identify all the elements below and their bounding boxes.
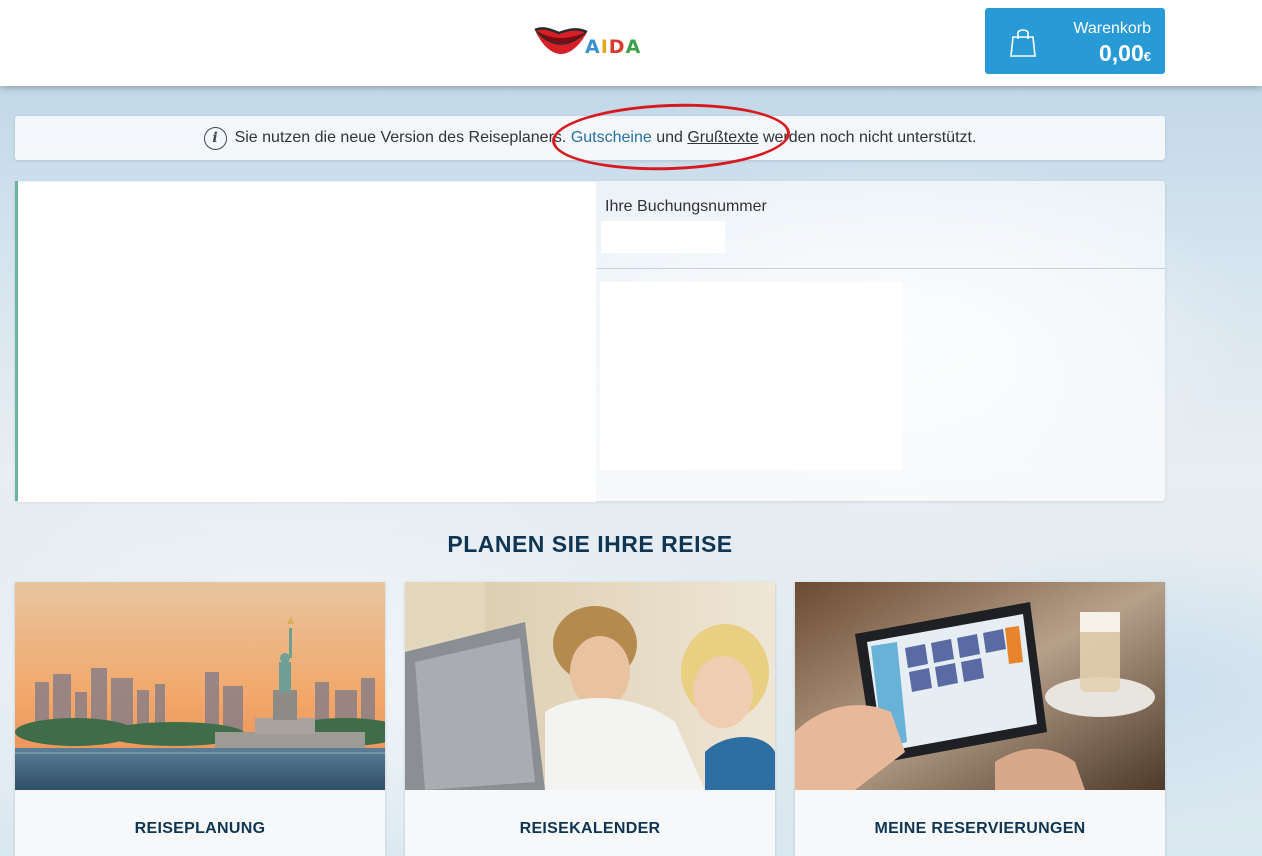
- site-header: AIDA Warenkorb 0,00€: [0, 0, 1262, 86]
- info-icon: i: [203, 126, 227, 150]
- logo-text: AIDA: [585, 36, 642, 58]
- card-meine-reservierungen[interactable]: MEINE RESERVIERUNGEN: [795, 582, 1165, 856]
- tablet-app-image: [795, 582, 1165, 790]
- card-label: MEINE RESERVIERUNGEN: [874, 820, 1086, 837]
- aida-logo[interactable]: AIDA: [533, 22, 645, 60]
- statue-of-liberty-image: [15, 582, 385, 790]
- booking-number-label: Ihre Buchungsnummer: [605, 198, 767, 215]
- kiss-mouth-logo-icon: [534, 27, 588, 54]
- couple-laptop-image: [405, 582, 775, 790]
- section-title: PLANEN SIE IHRE REISE: [447, 531, 733, 557]
- card-reiseplanung[interactable]: REISEPLANUNG: [15, 582, 385, 856]
- card-label: REISEPLANUNG: [134, 820, 266, 837]
- cart-total: 0,00€: [1099, 40, 1151, 66]
- info-text-after: werden noch nicht unterstützt.: [762, 129, 977, 146]
- info-text-before: Sie nutzen die neue Version des Reisepla…: [234, 129, 567, 146]
- cart-button[interactable]: Warenkorb 0,00€: [985, 8, 1165, 74]
- shopping-bag-icon: [1009, 26, 1037, 62]
- cart-label: Warenkorb: [1073, 20, 1151, 37]
- booking-image-redacted: [18, 182, 596, 502]
- greetings-link[interactable]: Grußtexte: [687, 129, 758, 147]
- info-banner: i Sie nutzen die neue Version des Reisep…: [15, 116, 1165, 160]
- booking-number-redacted: [601, 221, 725, 253]
- booking-details-redacted: [600, 282, 902, 470]
- booking-divider: [596, 268, 1165, 269]
- vouchers-link[interactable]: Gutscheine: [571, 129, 652, 147]
- card-reisekalender[interactable]: REISEKALENDER: [405, 582, 775, 856]
- info-text-and: und: [656, 129, 683, 146]
- card-label: REISEKALENDER: [519, 820, 661, 837]
